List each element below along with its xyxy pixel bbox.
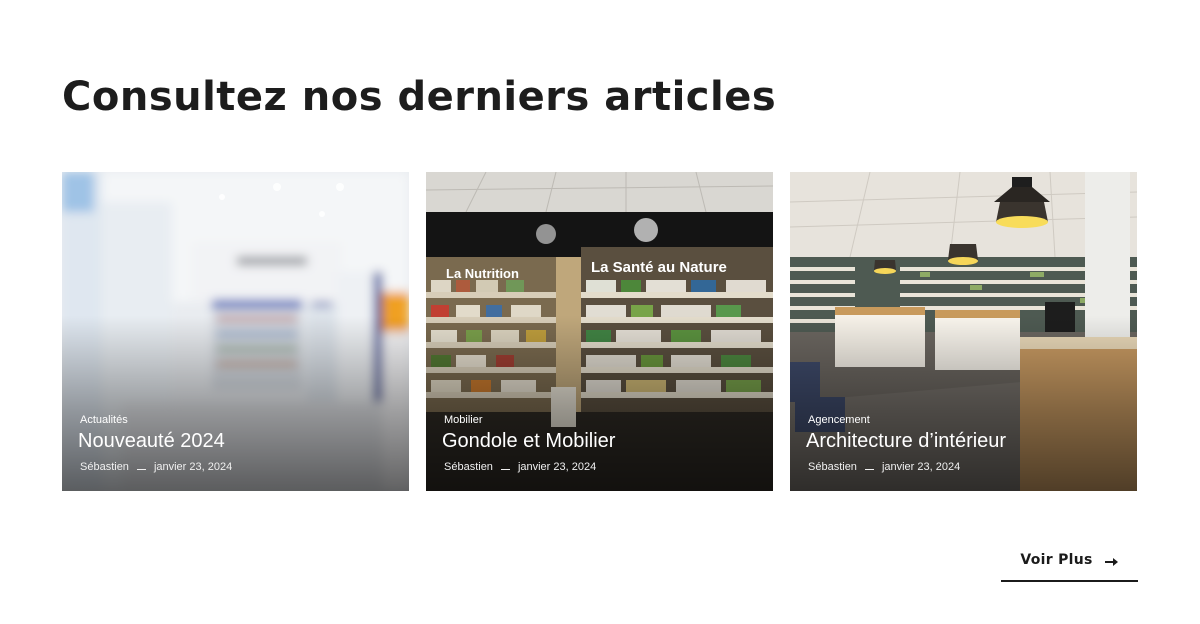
article-card[interactable]: Agencement Architecture d’intérieur Séba… [790,172,1137,491]
article-list: Actualités Nouveauté 2024 Sébastien janv… [62,172,1137,491]
meta-separator [864,468,874,470]
article-meta: Sébastien janvier 23, 2024 [444,461,596,473]
latest-articles-section: Consultez nos derniers articles Actualit… [0,0,1200,624]
article-meta: Sébastien janvier 23, 2024 [808,461,960,473]
article-category[interactable]: Actualités [80,414,128,426]
article-date: janvier 23, 2024 [517,461,597,473]
article-author: Sébastien [444,461,493,473]
article-title[interactable]: Gondole et Mobilier [442,430,615,453]
article-card[interactable]: Actualités Nouveauté 2024 Sébastien janv… [62,172,409,491]
meta-separator [500,468,510,470]
voir-plus-label: Voir Plus [1020,552,1093,568]
article-meta: Sébastien janvier 23, 2024 [80,461,232,473]
article-author: Sébastien [80,461,129,473]
voir-plus-link[interactable]: Voir Plus [1001,542,1138,582]
article-card[interactable]: La Nutrition La Santé au Nature [426,172,773,491]
arrow-right-icon [1104,554,1119,572]
article-date: janvier 23, 2024 [881,461,961,473]
article-category[interactable]: Mobilier [444,414,483,426]
article-category[interactable]: Agencement [808,414,870,426]
meta-separator [136,468,146,470]
article-author: Sébastien [808,461,857,473]
article-title[interactable]: Nouveauté 2024 [78,430,225,453]
article-date: janvier 23, 2024 [153,461,233,473]
section-title: Consultez nos derniers articles [62,74,777,120]
article-title[interactable]: Architecture d’intérieur [806,430,1006,453]
